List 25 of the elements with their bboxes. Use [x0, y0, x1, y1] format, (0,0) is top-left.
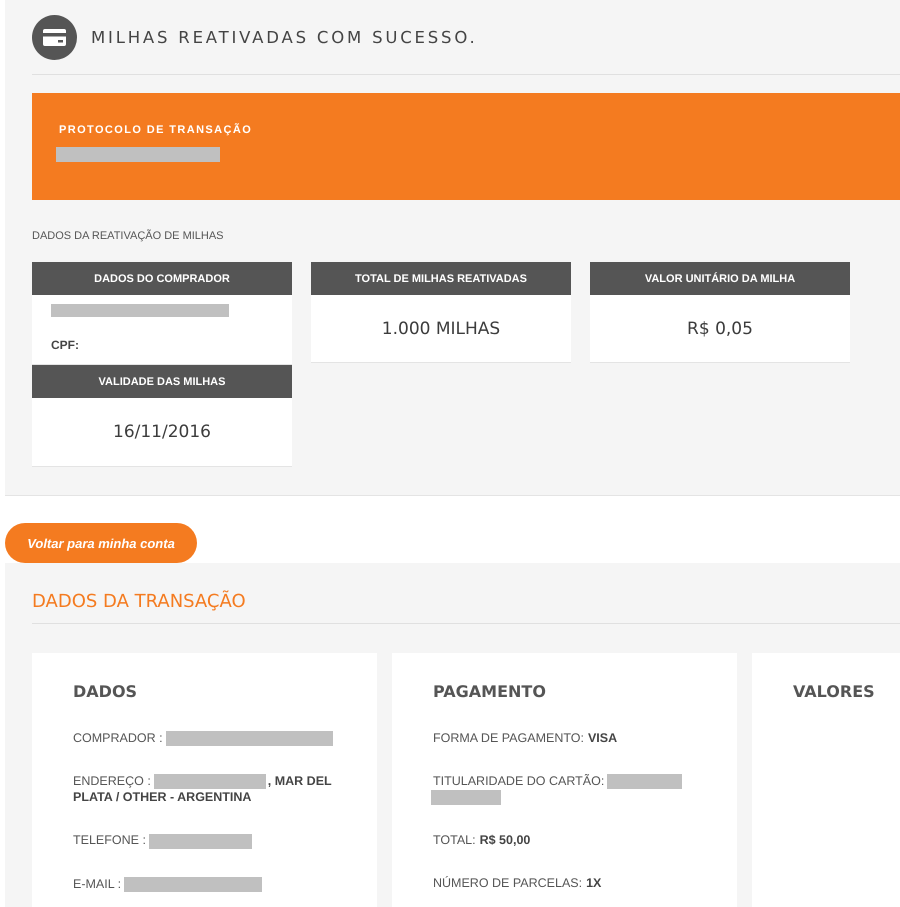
- card-header: DADOS DO COMPRADOR: [32, 262, 292, 295]
- card-header: VALOR UNITÁRIO DA MILHA: [590, 262, 850, 295]
- card-value: 1.000 MILHAS: [382, 318, 500, 338]
- credit-card-icon: [32, 15, 77, 60]
- field-text: E-MAIL :: [73, 876, 262, 892]
- section-title: DADOS DA TRANSAÇÃO: [32, 591, 246, 613]
- section-subtitle: DADOS DA REATIVAÇÃO DE MILHAS: [32, 229, 224, 243]
- field-text: TOTAL: R$ 50,00: [433, 832, 530, 848]
- panel-title: PAGAMENTO: [433, 682, 546, 702]
- field-text: TELEFONE :: [73, 832, 252, 849]
- panel-title: VALORES: [793, 682, 875, 702]
- back-button[interactable]: Voltar para minha conta: [5, 523, 197, 563]
- card-value: 16/11/2016: [113, 422, 211, 442]
- card-header: TOTAL DE MILHAS REATIVADAS: [311, 262, 571, 295]
- card-value: R$ 0,05: [687, 318, 753, 338]
- panel-title: DADOS: [73, 682, 138, 702]
- field-text: ENDEREÇO : , MAR DEL PLATA / OTHER - ARGENTINA: [73, 773, 332, 806]
- protocol-label: PROTOCOLO DE TRANSAÇÃO: [59, 123, 252, 137]
- field-text: FORMA DE PAGAMENTO: VISA: [433, 730, 618, 746]
- card-header: VALIDADE DAS MILHAS: [32, 365, 292, 398]
- field-text: NÚMERO DE PARCELAS: 1X: [433, 875, 602, 892]
- field-text: COMPRADOR :: [73, 730, 333, 746]
- field-text: TITULARIDADE DO CARTÃO:: [433, 773, 682, 806]
- cpf-label: CPF:: [51, 338, 79, 352]
- page-title: MILHAS REATIVADAS COM SUCESSO.: [91, 28, 478, 48]
